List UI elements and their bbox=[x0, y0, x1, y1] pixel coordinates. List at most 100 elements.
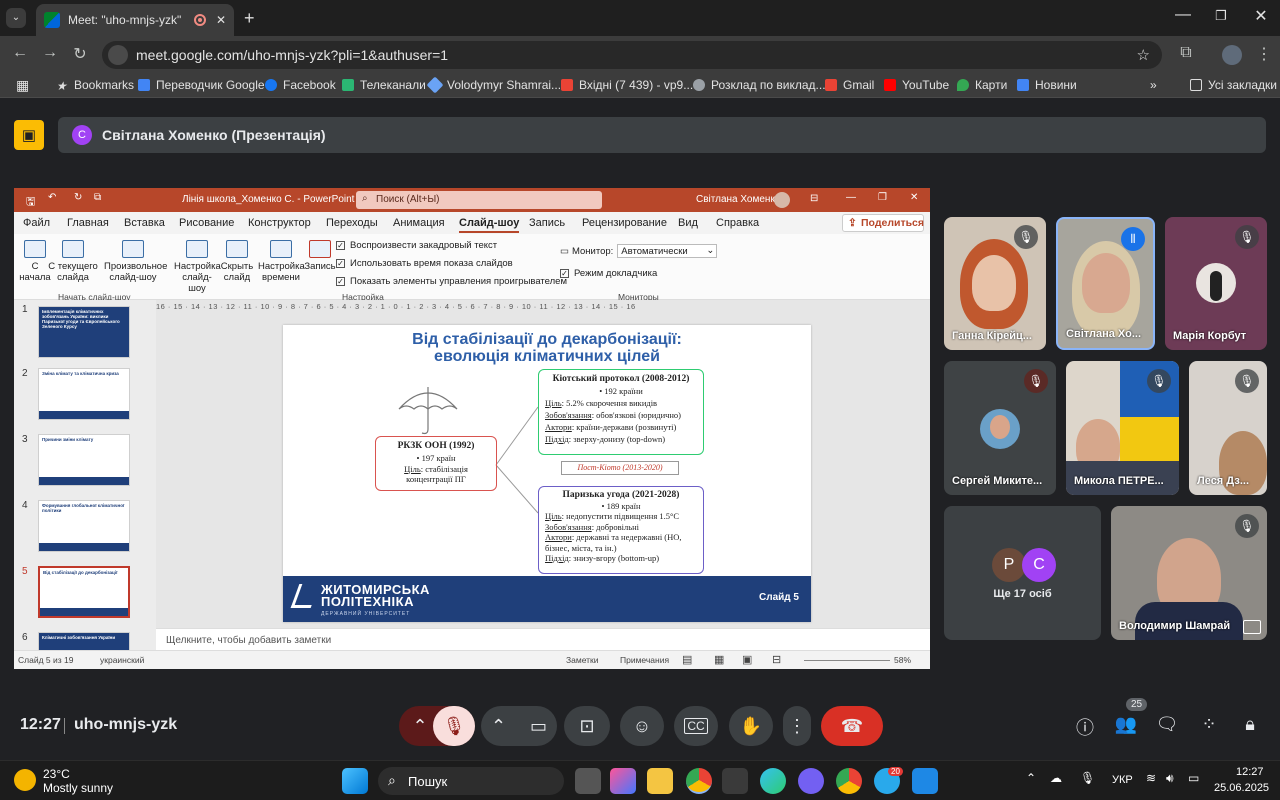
maximize-window-button[interactable]: ❐ bbox=[1206, 8, 1236, 24]
input-language[interactable]: УКР bbox=[1112, 774, 1133, 786]
tab-meet[interactable]: Meet: "uho-mnjs-yzk" ✕ bbox=[36, 4, 234, 36]
tab-search-button[interactable]: ⌄ bbox=[6, 8, 26, 28]
bookmark-item[interactable]: Розклад по виклад... bbox=[693, 78, 826, 92]
participant-tile[interactable]: 🎙︎ Марія Корбут bbox=[1165, 217, 1267, 350]
close-tab-icon[interactable]: ✕ bbox=[216, 13, 226, 27]
clock-time[interactable]: 12:27 bbox=[1236, 766, 1264, 778]
raise-hand-button[interactable]: ✋ bbox=[729, 706, 773, 746]
use-timings-checkbox[interactable]: ✓ Использовать время показа слайдов bbox=[336, 258, 513, 269]
more-participants-tile[interactable]: Р С Ще 17 осіб bbox=[944, 506, 1101, 640]
profile-avatar[interactable] bbox=[1222, 45, 1242, 65]
address-bar[interactable]: meet.google.com/uho-mnjs-yzk?pli=1&authu… bbox=[102, 41, 1162, 69]
from-beginning-button[interactable]: С начала bbox=[18, 240, 52, 283]
tab-file[interactable]: Файл bbox=[23, 217, 50, 229]
presenter-view-checkbox[interactable]: ✓ Режим докладчика bbox=[560, 268, 657, 279]
notes-pane[interactable]: Щелкните, чтобы добавить заметки bbox=[156, 628, 930, 650]
ppt-maximize-button[interactable]: ❐ bbox=[878, 192, 887, 203]
slide-thumbnail[interactable]: Імплементація кліматичних зобов'язань Ук… bbox=[38, 306, 130, 358]
chrome-icon[interactable] bbox=[686, 768, 712, 794]
ppt-close-button[interactable]: ✕ bbox=[910, 192, 918, 203]
bookmark-item[interactable]: Volodymyr Shamrai... bbox=[426, 76, 561, 94]
activities-icon[interactable]: ⁘ bbox=[1195, 714, 1223, 735]
zoom-slider[interactable] bbox=[804, 660, 890, 661]
apps-icon[interactable]: ▦ bbox=[16, 77, 29, 94]
site-info-icon[interactable] bbox=[108, 45, 128, 65]
redo-icon[interactable]: ↻ bbox=[74, 192, 82, 203]
user-avatar[interactable] bbox=[774, 192, 790, 208]
chrome-menu-icon[interactable]: ⋮ bbox=[1252, 44, 1276, 64]
undo-icon[interactable]: ↶ bbox=[48, 192, 56, 203]
slide-thumbnail[interactable]: Зміна клімату та кліматична криза bbox=[38, 368, 130, 420]
record-button[interactable]: Запись bbox=[304, 240, 336, 272]
bookmark-item[interactable]: ★ Bookmarks bbox=[56, 78, 134, 93]
all-bookmarks-folder[interactable]: Усі закладки bbox=[1190, 78, 1277, 92]
show-hidden-icons[interactable]: ⌃ bbox=[1026, 771, 1036, 785]
ppt-minimize-button[interactable]: — bbox=[846, 192, 856, 203]
chrome-profile-icon[interactable] bbox=[836, 768, 862, 794]
tab-home[interactable]: Главная bbox=[67, 217, 109, 229]
start-slideshow-icon[interactable]: ⧉ bbox=[94, 192, 101, 203]
pip-icon[interactable] bbox=[1243, 620, 1261, 634]
comments-toggle[interactable]: Примечания bbox=[620, 655, 669, 665]
slideshow-view-icon[interactable]: ⊟ bbox=[772, 653, 781, 666]
reload-icon[interactable]: ↻ bbox=[68, 44, 92, 64]
chat-icon[interactable]: 🗨︎ bbox=[1153, 714, 1181, 735]
new-tab-button[interactable]: + bbox=[244, 8, 255, 29]
ppt-search-box[interactable]: ⌕ Поиск (Alt+Ы) bbox=[356, 191, 602, 209]
leave-call-button[interactable]: ☎ bbox=[821, 706, 883, 746]
participant-tile[interactable]: 🎙︎ Микола ПЕТРЕ... bbox=[1066, 361, 1179, 495]
hide-slide-button[interactable]: Скрыть слайд bbox=[220, 240, 254, 283]
reactions-button[interactable]: ☺ bbox=[620, 706, 664, 746]
volume-icon[interactable]: 🔊︎ bbox=[1166, 771, 1174, 786]
start-button[interactable] bbox=[342, 768, 368, 794]
present-screen-button[interactable]: ⊡ bbox=[564, 706, 610, 746]
normal-view-icon[interactable]: ▤ bbox=[682, 653, 692, 666]
show-media-controls-checkbox[interactable]: ✓ Показать элементы управления проигрыват… bbox=[336, 276, 567, 287]
app-icon[interactable] bbox=[912, 768, 938, 794]
close-window-button[interactable]: ✕ bbox=[1246, 6, 1276, 26]
presentation-icon[interactable]: ▣ bbox=[14, 120, 44, 150]
reading-view-icon[interactable]: ▣ bbox=[742, 653, 752, 666]
participant-tile-speaking[interactable]: ⦀ Світлана Хо... bbox=[1056, 217, 1155, 350]
play-narrations-checkbox[interactable]: ✓ Воспроизвести закадровый текст bbox=[336, 240, 497, 251]
meeting-info-icon[interactable]: ⓘ bbox=[1071, 714, 1099, 740]
zoom-level[interactable]: 58% bbox=[894, 655, 911, 665]
participant-tile[interactable]: 🎙︎ Леся Дз... bbox=[1189, 361, 1267, 495]
participant-tile[interactable]: 🎙︎ Володимир Шамрай bbox=[1111, 506, 1267, 640]
microphone-toggle[interactable]: 🎙︎ bbox=[433, 706, 475, 746]
battery-icon[interactable]: ▭ bbox=[1188, 771, 1199, 785]
viber-icon[interactable] bbox=[798, 768, 824, 794]
more-bookmarks-icon[interactable]: » bbox=[1150, 78, 1157, 92]
bookmark-item[interactable]: Телеканали bbox=[342, 78, 426, 92]
video-settings-button[interactable]: ⌃ ▭ bbox=[481, 706, 557, 746]
back-icon[interactable]: ← bbox=[8, 44, 32, 62]
sorter-view-icon[interactable]: ▦ bbox=[714, 653, 724, 666]
bookmark-item[interactable]: Карти bbox=[957, 78, 1007, 92]
setup-show-button[interactable]: Настройка слайд-шоу bbox=[174, 240, 221, 294]
rehearse-timings-button[interactable]: Настройка времени bbox=[258, 240, 305, 283]
from-current-button[interactable]: С текущего слайда bbox=[48, 240, 98, 283]
tab-design[interactable]: Конструктор bbox=[248, 217, 311, 229]
tab-insert[interactable]: Вставка bbox=[124, 217, 165, 229]
tab-animation[interactable]: Анимация bbox=[393, 217, 445, 229]
participant-tile[interactable]: 🎙︎ Ганна Кірейц... bbox=[944, 217, 1046, 350]
copilot-icon[interactable] bbox=[610, 768, 636, 794]
current-slide[interactable]: Від стабілізації до декарбонізації: евол… bbox=[283, 325, 811, 622]
more-options-button[interactable]: ⋮ bbox=[783, 706, 811, 746]
ribbon-display-icon[interactable]: ⊟ bbox=[810, 193, 818, 204]
extensions-icon[interactable]: ⧉ bbox=[1174, 44, 1198, 62]
share-button[interactable]: ⇪ Поделиться bbox=[842, 214, 924, 232]
task-view-icon[interactable] bbox=[575, 768, 601, 794]
tab-review[interactable]: Рецензирование bbox=[582, 217, 667, 229]
file-explorer-icon[interactable] bbox=[647, 768, 673, 794]
bookmark-item[interactable]: Переводчик Google bbox=[138, 78, 265, 92]
weather-icon[interactable] bbox=[14, 769, 36, 791]
bookmark-item[interactable]: Вхідні (7 439) - vp9... bbox=[561, 78, 693, 92]
mic-in-use-icon[interactable]: 🎙︎ bbox=[1080, 771, 1095, 785]
slide-thumbnail[interactable]: Формування глобальної кліматичної політи… bbox=[38, 500, 130, 552]
clock-date[interactable]: 25.06.2025 bbox=[1214, 782, 1269, 794]
bookmark-item[interactable]: Новини bbox=[1017, 78, 1077, 92]
wifi-icon[interactable]: ≋ bbox=[1146, 771, 1156, 785]
onedrive-icon[interactable]: ☁ bbox=[1050, 771, 1062, 785]
host-controls-icon[interactable]: 🔒︎ bbox=[1236, 714, 1264, 735]
